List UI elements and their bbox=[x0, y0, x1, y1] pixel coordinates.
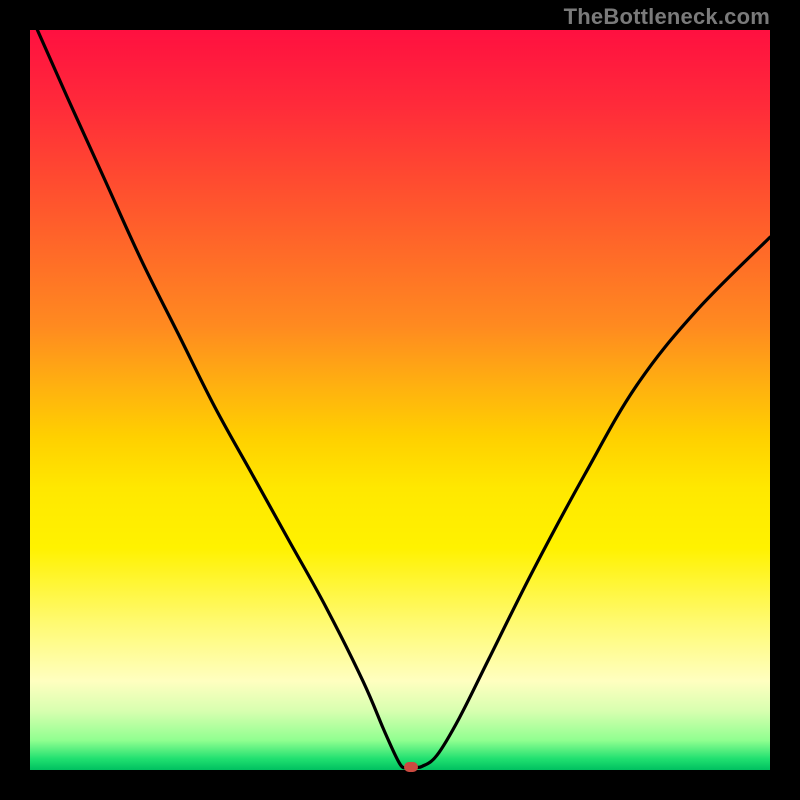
gradient-plot-area bbox=[30, 30, 770, 770]
optimal-point-marker bbox=[404, 762, 418, 772]
chart-frame: TheBottleneck.com bbox=[0, 0, 800, 800]
watermark-text: TheBottleneck.com bbox=[564, 4, 770, 30]
